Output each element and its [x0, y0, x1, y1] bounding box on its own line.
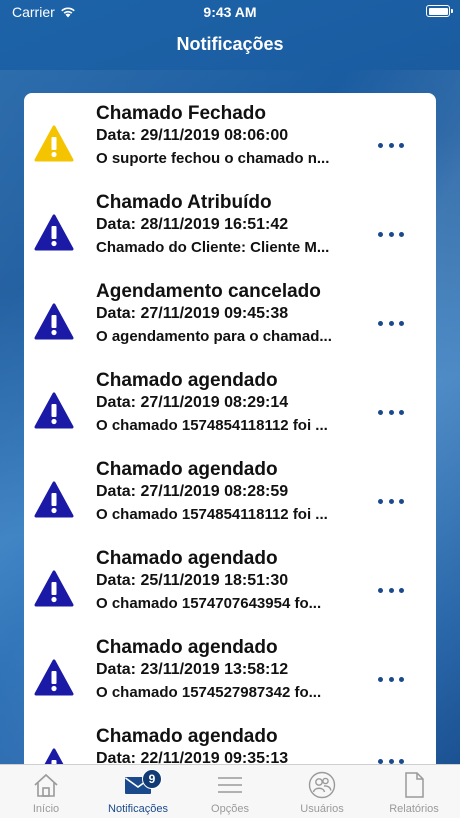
- notification-date: Data: 27/11/2019 09:45:38: [96, 305, 289, 322]
- home-icon: [31, 771, 61, 799]
- status-bar: Carrier 9:43 AM: [0, 0, 460, 24]
- notification-message: O chamado 1574707643954 fo...: [96, 595, 322, 612]
- notification-date: Data: 23/11/2019 13:58:12: [96, 661, 289, 678]
- notification-title: Chamado agendado: [96, 459, 278, 480]
- notification-date: Data: 27/11/2019 08:28:59: [96, 483, 289, 500]
- clock: 9:43 AM: [203, 4, 257, 20]
- tab-usuarios[interactable]: Usuários: [276, 765, 368, 818]
- notification-date: Data: 27/11/2019 08:29:14: [96, 394, 289, 411]
- tab-opcoes[interactable]: Opções: [184, 765, 276, 818]
- more-options-button[interactable]: [378, 402, 404, 422]
- notification-item[interactable]: Chamado agendado Data: 23/11/2019 13:58:…: [24, 637, 436, 726]
- tab-label: Opções: [211, 803, 249, 815]
- page-title: Notificações: [176, 34, 284, 54]
- notification-message: O suporte fechou o chamado n...: [96, 150, 330, 167]
- warning-icon: [34, 659, 74, 696]
- notification-count-badge: 9: [142, 769, 162, 789]
- battery-icon: [426, 5, 453, 17]
- notification-title: Chamado agendado: [96, 548, 278, 569]
- tab-bar: Início 9 Notificações Opções Usuários Re…: [0, 764, 460, 818]
- notifications-list[interactable]: Chamado Fechado Data: 29/11/2019 08:06:0…: [24, 93, 436, 773]
- menu-icon: [215, 771, 245, 799]
- more-options-button[interactable]: [378, 313, 404, 333]
- tab-relatorios[interactable]: Relatórios: [368, 765, 460, 818]
- tab-label: Relatórios: [389, 803, 439, 815]
- users-icon: [307, 771, 337, 799]
- notification-title: Agendamento cancelado: [96, 281, 321, 302]
- notification-item[interactable]: Chamado agendado Data: 27/11/2019 08:29:…: [24, 370, 436, 459]
- notification-message: O chamado 1574854118112 foi ...: [96, 417, 328, 434]
- notification-item[interactable]: Chamado Fechado Data: 29/11/2019 08:06:0…: [24, 103, 436, 192]
- notification-title: Chamado Fechado: [96, 103, 266, 124]
- notification-item[interactable]: Chamado Atribuído Data: 28/11/2019 16:51…: [24, 192, 436, 281]
- warning-icon: [34, 481, 74, 518]
- notification-title: Chamado Atribuído: [96, 192, 272, 213]
- warning-icon: [34, 570, 74, 607]
- notification-message: Chamado do Cliente: Cliente M...: [96, 239, 330, 256]
- warning-icon: [34, 392, 74, 429]
- more-options-button[interactable]: [378, 669, 404, 689]
- notification-date: Data: 25/11/2019 18:51:30: [96, 572, 289, 589]
- tab-label: Notificações: [108, 803, 168, 815]
- notification-item[interactable]: Agendamento cancelado Data: 27/11/2019 0…: [24, 281, 436, 370]
- warning-icon: [34, 214, 74, 251]
- warning-icon: [34, 125, 74, 162]
- more-options-button[interactable]: [378, 135, 404, 155]
- warning-icon: [34, 303, 74, 340]
- notification-item[interactable]: Chamado agendado Data: 25/11/2019 18:51:…: [24, 548, 436, 637]
- tab-label: Início: [32, 803, 60, 815]
- notification-title: Chamado agendado: [96, 637, 278, 658]
- notification-date: Data: 28/11/2019 16:51:42: [96, 216, 289, 233]
- notification-date: Data: 29/11/2019 08:06:00: [96, 127, 289, 144]
- more-options-button[interactable]: [378, 224, 404, 244]
- notification-title: Chamado agendado: [96, 726, 278, 747]
- notification-title: Chamado agendado: [96, 370, 278, 391]
- tab-inicio[interactable]: Início: [0, 765, 92, 818]
- more-options-button[interactable]: [378, 580, 404, 600]
- tab-label: Usuários: [300, 803, 344, 815]
- more-options-button[interactable]: [378, 491, 404, 511]
- notification-message: O chamado 1574854118112 foi ...: [96, 506, 328, 523]
- document-icon: [399, 771, 429, 799]
- notification-message: O chamado 1574527987342 fo...: [96, 684, 322, 701]
- tab-notificacoes[interactable]: 9 Notificações: [92, 765, 184, 818]
- notification-message: O agendamento para o chamad...: [96, 328, 332, 345]
- notification-item[interactable]: Chamado agendado Data: 27/11/2019 08:28:…: [24, 459, 436, 548]
